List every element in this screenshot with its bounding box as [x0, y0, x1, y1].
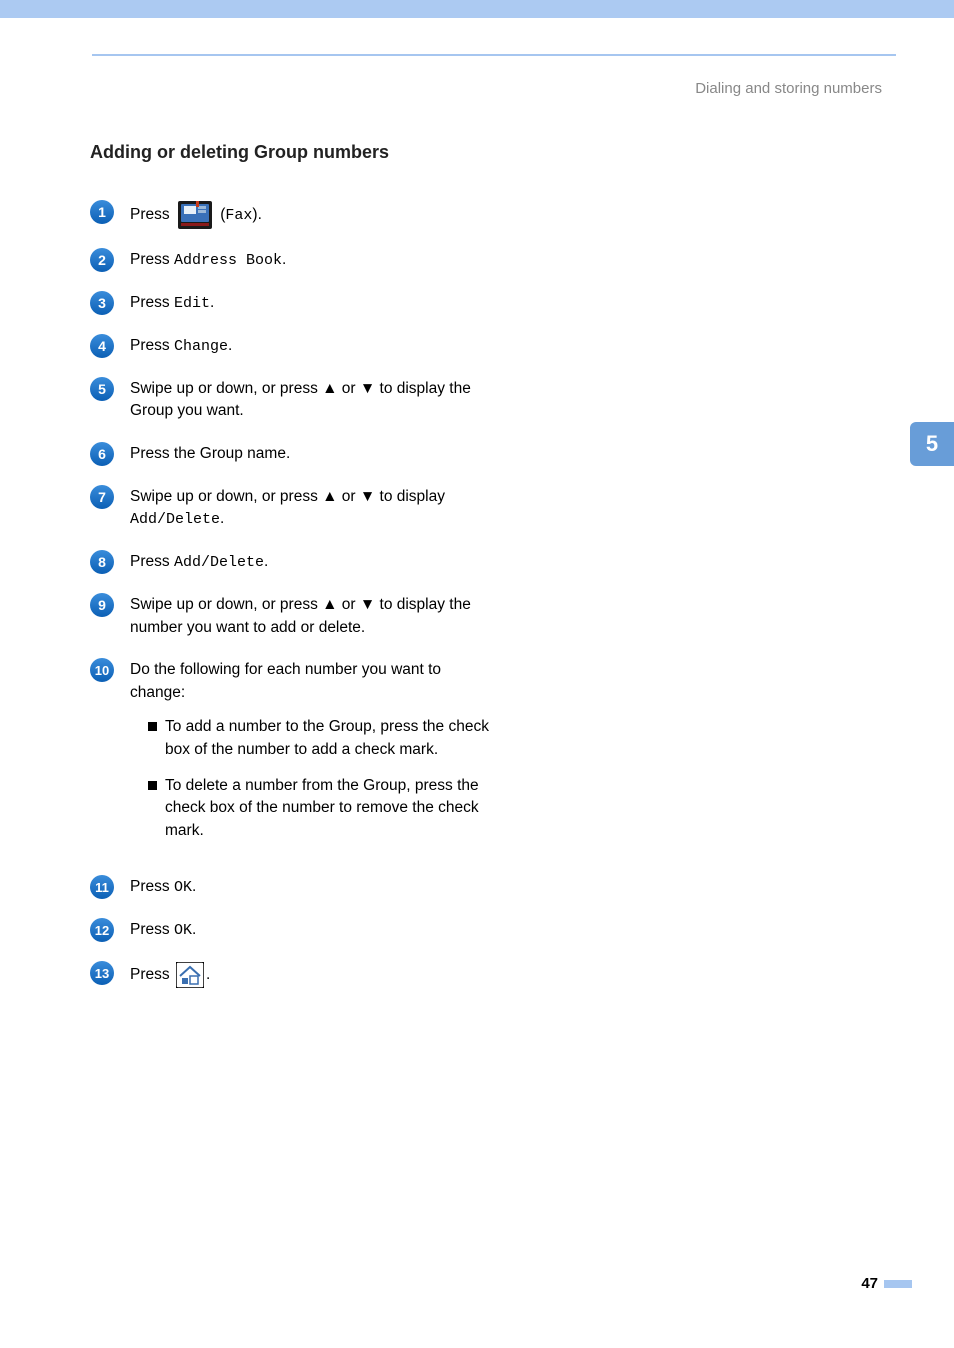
step-code: Edit: [174, 295, 210, 312]
step-text-suffix: .: [192, 921, 196, 938]
step-body: Swipe up or down, or press ▲ or ▼ to dis…: [130, 484, 490, 531]
step-text-suffix: .: [264, 553, 268, 570]
step-number-badge: 11: [90, 875, 114, 899]
step-number-badge: 5: [90, 377, 114, 401]
step-item: 10 Do the following for each number you w…: [90, 657, 490, 856]
main-content: Adding or deleting Group numbers 1 Press …: [90, 142, 490, 1006]
step-text-suffix: .: [282, 251, 286, 268]
step-text-suffix: .: [210, 294, 214, 311]
step-body: Press .: [130, 960, 210, 988]
step-text-prefix: Swipe up or down, or press ▲ or ▼ to dis…: [130, 488, 445, 505]
step-item: 6 Press the Group name.: [90, 441, 490, 466]
step-code: Add/Delete: [130, 511, 220, 528]
step-text-suffix: .: [220, 510, 224, 527]
step-text: Press the Group name.: [130, 445, 290, 462]
chapter-side-tab: 5: [910, 422, 954, 466]
step-text: Do the following for each number you wan…: [130, 661, 441, 700]
step-text-prefix: Press: [130, 294, 174, 311]
step-text-prefix: Press: [130, 206, 174, 223]
step-number-badge: 7: [90, 485, 114, 509]
step-item: 4 Press Change.: [90, 333, 490, 358]
sublist-item: To delete a number from the Group, press…: [148, 775, 490, 842]
section-title: Adding or deleting Group numbers: [90, 142, 490, 163]
step-number-badge: 12: [90, 918, 114, 942]
step-item: 7 Swipe up or down, or press ▲ or ▼ to di…: [90, 484, 490, 531]
page-number: 47: [861, 1275, 878, 1292]
step-text-prefix: Press: [130, 921, 174, 938]
step-number-badge: 10: [90, 658, 114, 682]
step-code: Add/Delete: [174, 554, 264, 571]
step-text: Swipe up or down, or press ▲ or ▼ to dis…: [130, 380, 471, 419]
bullet-square-icon: [148, 722, 157, 731]
step-number-badge: 1: [90, 200, 114, 224]
step-body: Press Add/Delete.: [130, 549, 268, 574]
step-text-prefix: Press: [130, 337, 174, 354]
step-code: Fax: [225, 207, 252, 224]
step-item: 1 Press (Fax).: [90, 199, 490, 229]
sublist-item: To add a number to the Group, press the …: [148, 716, 490, 761]
step-item: 12 Press OK.: [90, 917, 490, 942]
step-code: OK: [174, 922, 192, 939]
step-text-middle: (: [216, 206, 225, 223]
step-text-suffix: .: [228, 337, 232, 354]
step-number-badge: 8: [90, 550, 114, 574]
step-sublist: To add a number to the Group, press the …: [130, 704, 490, 842]
sublist-text: To delete a number from the Group, press…: [165, 775, 490, 842]
step-number-badge: 2: [90, 248, 114, 272]
step-body: Press Edit.: [130, 290, 214, 315]
step-number-badge: 3: [90, 291, 114, 315]
step-number-badge: 9: [90, 593, 114, 617]
step-item: 5 Swipe up or down, or press ▲ or ▼ to di…: [90, 376, 490, 423]
step-text-prefix: Press: [130, 251, 174, 268]
step-text-suffix: ).: [252, 206, 261, 223]
step-code: OK: [174, 879, 192, 896]
step-body: Press the Group name.: [130, 441, 290, 465]
step-code: Change: [174, 338, 228, 355]
step-text-prefix: Press: [130, 553, 174, 570]
step-text-prefix: Press: [130, 966, 174, 983]
step-text-suffix: .: [206, 966, 210, 983]
header-breadcrumb: Dialing and storing numbers: [695, 80, 882, 97]
step-number-badge: 4: [90, 334, 114, 358]
step-code: Address Book: [174, 252, 282, 269]
step-number-badge: 13: [90, 961, 114, 985]
step-item: 3 Press Edit.: [90, 290, 490, 315]
step-body: Do the following for each number you wan…: [130, 657, 490, 856]
step-body: Press Address Book.: [130, 247, 286, 272]
header-rule: [92, 54, 896, 56]
step-item: 9 Swipe up or down, or press ▲ or ▼ to di…: [90, 592, 490, 639]
step-text-prefix: Press: [130, 878, 174, 895]
step-number-badge: 6: [90, 442, 114, 466]
sublist-text: To add a number to the Group, press the …: [165, 716, 490, 761]
top-accent-bar: [0, 0, 954, 18]
bullet-square-icon: [148, 781, 157, 790]
step-body: Press Change.: [130, 333, 232, 358]
page-number-decoration: [884, 1280, 912, 1288]
step-body: Swipe up or down, or press ▲ or ▼ to dis…: [130, 376, 490, 423]
fax-icon: [178, 201, 212, 229]
home-icon: [176, 962, 204, 988]
step-body: Swipe up or down, or press ▲ or ▼ to dis…: [130, 592, 490, 639]
step-item: 2 Press Address Book.: [90, 247, 490, 272]
step-text-suffix: .: [192, 878, 196, 895]
step-text: Swipe up or down, or press ▲ or ▼ to dis…: [130, 596, 471, 635]
step-item: 8 Press Add/Delete.: [90, 549, 490, 574]
step-item: 13 Press .: [90, 960, 490, 988]
steps-list: 1 Press (Fax). 2 Press Address Book. 3 Press …: [90, 199, 490, 988]
step-body: Press OK.: [130, 917, 196, 942]
step-body: Press (Fax).: [130, 199, 262, 229]
step-item: 11 Press OK.: [90, 874, 490, 899]
step-body: Press OK.: [130, 874, 196, 899]
